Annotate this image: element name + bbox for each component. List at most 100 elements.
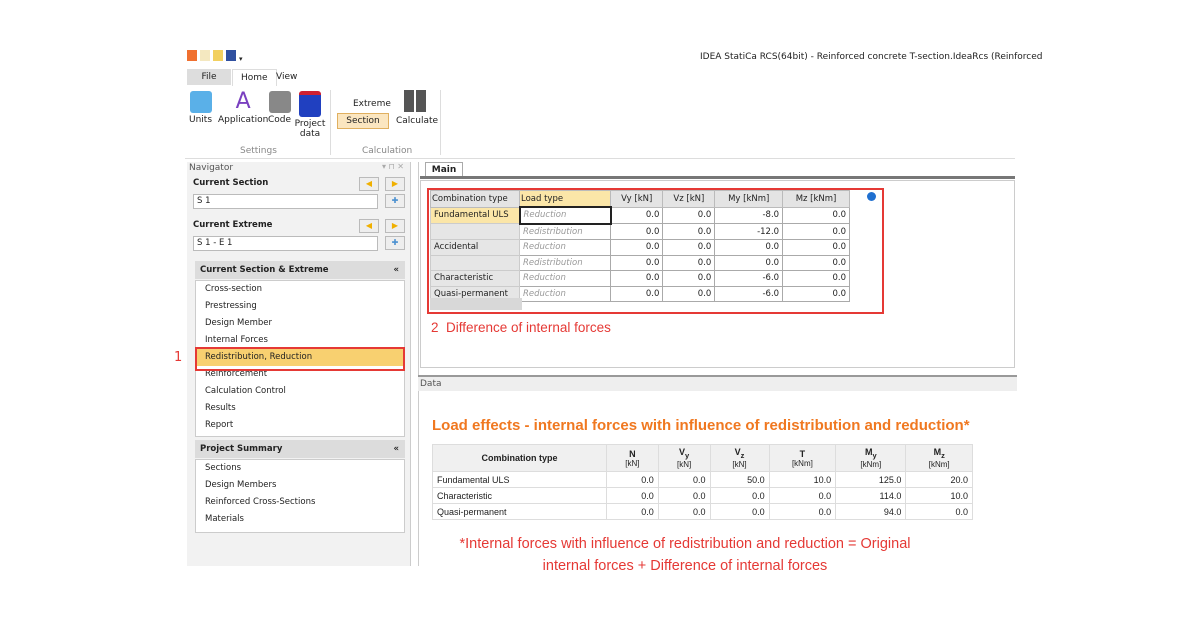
project-data-icon — [299, 91, 321, 117]
table-row: Characteristic 0.0 0.0 0.0 0.0 114.0 10.0 — [432, 487, 973, 504]
nav-item[interactable]: Sections — [196, 460, 404, 477]
table-cell: 0.0 — [709, 503, 770, 520]
highlight-box-1 — [195, 347, 405, 371]
table-cell: 0.0 — [709, 487, 770, 504]
table-cell: 10.0 — [768, 471, 837, 488]
code-icon — [268, 91, 291, 113]
open-folder-icon[interactable] — [213, 50, 223, 61]
table-cell: 10.0 — [905, 487, 973, 504]
table-cell: 0.0 — [657, 503, 711, 520]
table-cell: Fundamental ULS — [432, 471, 607, 488]
tab-file[interactable]: File — [187, 69, 231, 85]
nav-item[interactable]: Prestressing — [196, 298, 404, 315]
table-cell: Quasi-permanent — [432, 503, 607, 520]
section-select[interactable]: S 1 — [193, 194, 378, 209]
save-icon[interactable] — [226, 50, 236, 61]
next-extreme-button[interactable]: ▶ — [385, 219, 405, 233]
header-unit: [kNm] — [860, 459, 882, 469]
app-logo-icon — [187, 50, 197, 61]
nav-item[interactable]: Results — [196, 400, 404, 417]
table-cell: 0.0 — [657, 487, 711, 504]
application-label: Application — [218, 115, 269, 125]
panel-pin-close-icon[interactable]: ▾ ⊓ ✕ — [382, 162, 404, 171]
annotation-2: 2 Difference of internal forces — [431, 320, 611, 335]
table-header: Vz [kN] — [709, 444, 770, 472]
application-icon: A — [235, 89, 251, 114]
table-header: Vy [kN] — [657, 444, 711, 472]
tab-view[interactable]: View — [268, 69, 305, 85]
table-header: T [kNm] — [768, 444, 837, 472]
collapse-icon[interactable]: « — [394, 440, 400, 458]
extreme-button[interactable]: Extreme — [353, 99, 391, 109]
nav-item[interactable]: Cross-section — [196, 281, 404, 298]
footnote-line-1: *Internal forces with influence of redis… — [459, 536, 911, 552]
quick-access-toolbar: ▾ — [187, 50, 248, 66]
header-name: Combination type — [481, 453, 558, 463]
project-summary-header[interactable]: Project Summary « — [195, 440, 405, 458]
table-cell: 0.0 — [905, 503, 973, 520]
nav-item[interactable]: Report — [196, 417, 404, 434]
table-cell: 0.0 — [768, 503, 837, 520]
data-title: Load effects - internal forces with infl… — [432, 417, 970, 434]
header-subscript: y — [872, 450, 877, 460]
prev-extreme-button[interactable]: ◀ — [359, 219, 379, 233]
units-button[interactable]: Units — [189, 91, 212, 125]
header-name: T — [799, 448, 806, 459]
current-extreme-label: Current Extreme — [193, 220, 273, 230]
footnote: *Internal forces with influence of redis… — [400, 533, 970, 577]
add-extreme-button[interactable]: ✚ — [385, 236, 405, 250]
add-section-button[interactable]: ✚ — [385, 194, 405, 208]
header-subscript: z — [941, 450, 945, 460]
header-unit: [kN] — [732, 459, 747, 469]
table-cell: 20.0 — [905, 471, 973, 488]
window-title: IDEA StatiCa RCS(64bit) - Reinforced con… — [700, 52, 1043, 62]
application-button[interactable]: A Application — [218, 89, 269, 126]
table-cell: 0.0 — [606, 503, 659, 520]
nav-item[interactable]: Reinforced Cross-Sections — [196, 494, 404, 511]
header-unit: [kN] — [677, 459, 692, 469]
section-button[interactable]: Section — [337, 113, 389, 129]
collapse-icon[interactable]: « — [394, 261, 400, 279]
header-unit: [kNm] — [791, 458, 813, 468]
ps-header-label: Project Summary — [200, 444, 283, 454]
table-cell: 114.0 — [835, 487, 907, 504]
table-cell: 94.0 — [835, 503, 907, 520]
table-header: My [kNm] — [835, 444, 907, 472]
project-data-label: Project data — [294, 119, 326, 139]
next-section-button[interactable]: ▶ — [385, 177, 405, 191]
current-section-label: Current Section — [193, 178, 269, 188]
cse-header[interactable]: Current Section & Extreme « — [195, 261, 405, 279]
project-data-button[interactable]: Project data — [294, 91, 326, 139]
table-cell: 0.0 — [768, 487, 837, 504]
nav-item[interactable]: Calculation Control — [196, 383, 404, 400]
nav-item[interactable]: Design Member — [196, 315, 404, 332]
table-cell: 0.0 — [657, 471, 711, 488]
table-header: Combination type — [432, 444, 607, 472]
dropdown-icon[interactable]: ▾ — [239, 55, 245, 66]
prev-section-button[interactable]: ◀ — [359, 177, 379, 191]
annotation-1: 1 — [174, 350, 183, 365]
calculate-button[interactable]: Calculate — [396, 116, 438, 126]
extreme-select[interactable]: S 1 - E 1 — [193, 236, 378, 251]
units-label: Units — [189, 115, 213, 125]
code-label: Code — [268, 115, 292, 125]
header-subscript: y — [685, 450, 690, 460]
ps-list: Sections Design Members Reinforced Cross-S… — [195, 459, 405, 533]
header-name: N — [629, 448, 636, 459]
new-icon[interactable] — [200, 50, 210, 61]
calculate-icon — [404, 90, 426, 112]
table-cell: 0.0 — [606, 487, 659, 504]
nav-item[interactable]: Design Members — [196, 477, 404, 494]
highlight-box-2 — [427, 188, 884, 314]
table-header: N [kN] — [606, 444, 659, 472]
nav-item[interactable]: Materials — [196, 511, 404, 528]
settings-group-label: Settings — [240, 146, 277, 156]
table-cell: 50.0 — [709, 471, 770, 488]
header-subscript: z — [740, 450, 745, 460]
data-title-text: Load effects - internal forces with infl… — [432, 417, 964, 434]
table-row: Fundamental ULS 0.0 0.0 50.0 10.0 125.0 20.0 — [432, 471, 973, 488]
footnote-line-2: internal forces + Difference of internal… — [542, 558, 828, 574]
data-panel-header: Data — [418, 375, 1017, 391]
code-button[interactable]: Code — [268, 91, 291, 125]
table-cell: Characteristic — [432, 487, 607, 504]
